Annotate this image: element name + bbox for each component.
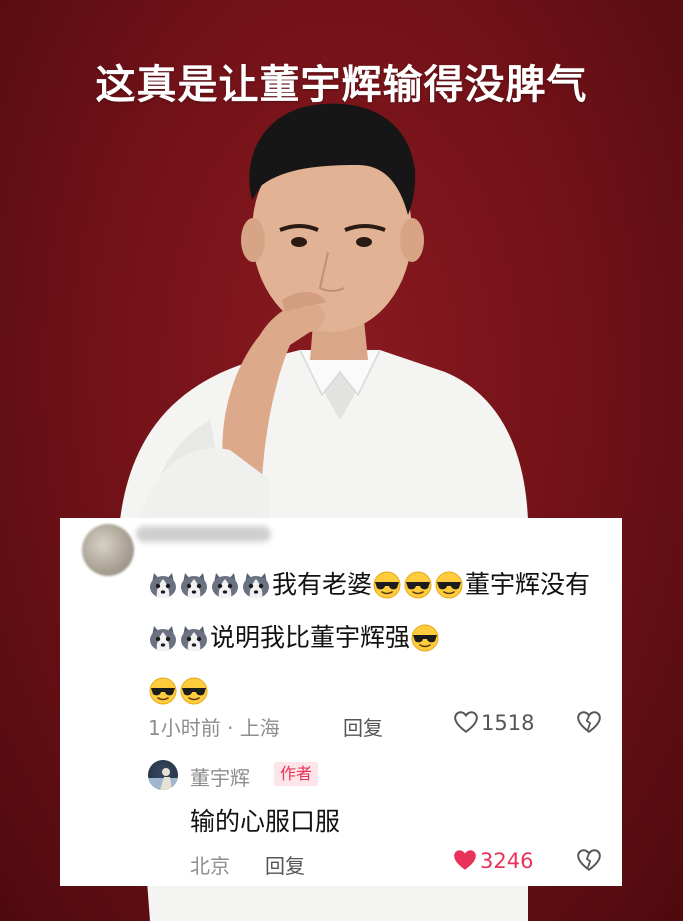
comment-meta: 1小时前 · 上海 回复 1518	[148, 708, 603, 740]
comment-like-count: 1518	[481, 711, 535, 735]
comment-time-location: 1小时前 · 上海	[148, 716, 280, 740]
husky-emoji-icon	[179, 571, 209, 599]
author-badge: 作者	[274, 762, 319, 786]
husky-emoji-icon	[210, 571, 240, 599]
reply-meta: 北京 回复 3246	[190, 848, 603, 882]
sunglasses-emoji-icon	[372, 571, 402, 599]
comment-reply-button[interactable]: 回复	[343, 712, 383, 741]
heart-filled-icon	[454, 850, 476, 870]
reply-text: 输的心服口服	[190, 807, 341, 836]
comment-like-button[interactable]: 1518	[453, 710, 534, 739]
reply-author-name[interactable]: 董宇辉	[190, 762, 250, 791]
comment-text-part-1: 我有老婆	[272, 570, 373, 599]
husky-emoji-icon	[179, 624, 209, 652]
avatar-image-icon	[148, 768, 178, 790]
comment-text-part-2: 董宇辉没有	[465, 570, 591, 599]
sunglasses-emoji-icon	[403, 571, 433, 599]
reply-like-count: 3246	[480, 849, 534, 873]
broken-heart-icon	[577, 711, 601, 733]
reply-dislike-button[interactable]	[576, 848, 602, 877]
post-image: 这真是让董宇辉输得没脾气 我有老婆 董宇辉没有说明我比董宇辉强 1小时前 · 上海…	[0, 0, 683, 921]
headline: 这真是让董宇辉输得没脾气	[95, 62, 588, 108]
sunglasses-emoji-icon	[179, 677, 209, 705]
commenter-avatar[interactable]	[82, 524, 134, 576]
reply-location: 北京	[190, 854, 230, 878]
comment-dislike-button[interactable]	[576, 710, 602, 739]
commenter-name-redacted	[136, 526, 271, 542]
heart-outline-icon	[454, 711, 478, 733]
comment-text-part-3: 说明我比董宇辉强	[210, 623, 411, 652]
husky-emoji-icon	[241, 571, 271, 599]
sunglasses-emoji-icon	[434, 571, 464, 599]
husky-emoji-icon	[148, 624, 178, 652]
broken-heart-icon	[577, 849, 601, 871]
sunglasses-emoji-icon	[148, 677, 178, 705]
comment-card: 我有老婆 董宇辉没有说明我比董宇辉强 1小时前 · 上海 回复 1518 董宇辉…	[60, 518, 622, 886]
reply-reply-button[interactable]: 回复	[265, 850, 305, 879]
comment-text: 我有老婆 董宇辉没有说明我比董宇辉强	[148, 558, 608, 717]
reply-like-button[interactable]: 3246	[452, 848, 533, 877]
reply-author-avatar[interactable]	[148, 760, 178, 790]
sunglasses-emoji-icon	[410, 624, 440, 652]
husky-emoji-icon	[148, 571, 178, 599]
